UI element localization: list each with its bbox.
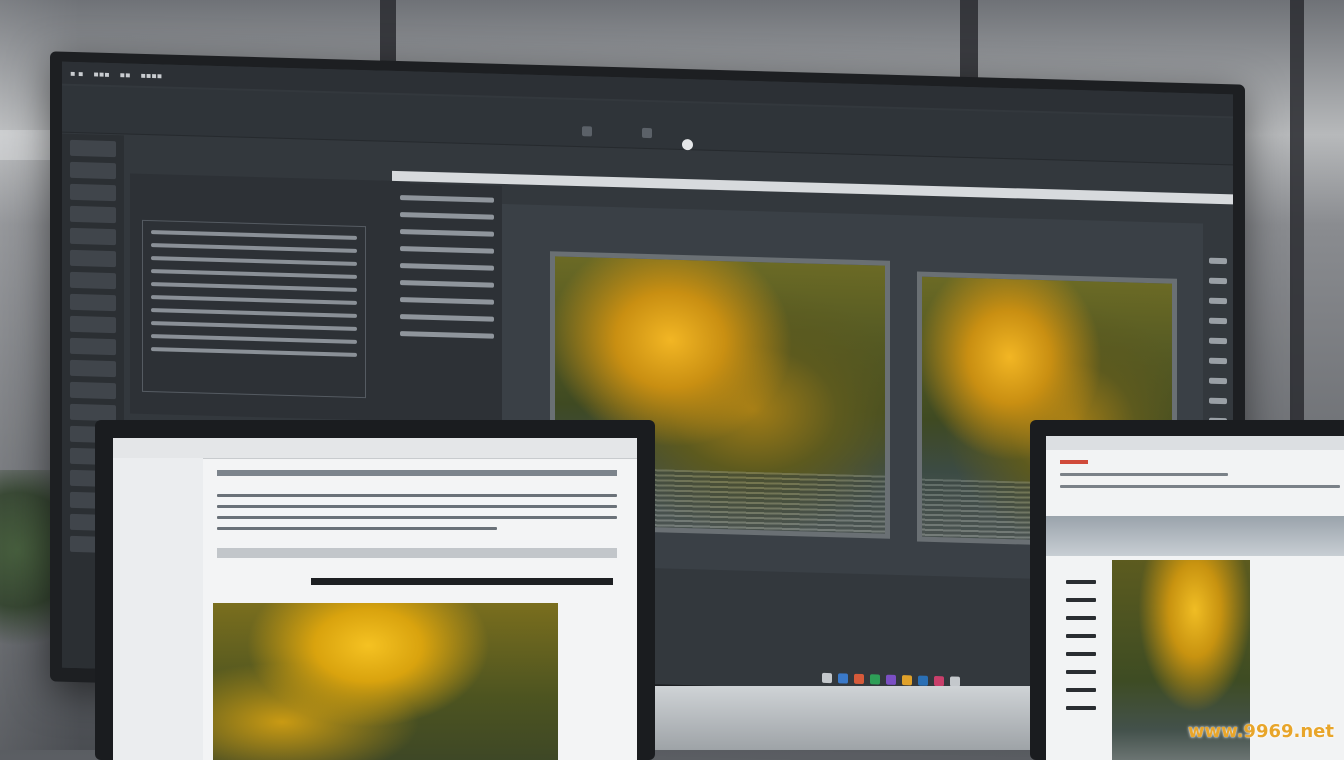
app-icon[interactable]: [902, 675, 912, 686]
list-item[interactable]: [1066, 706, 1096, 710]
laptop-photo: [213, 603, 558, 760]
text-line: [151, 321, 357, 331]
sidebar-item[interactable]: [70, 183, 116, 202]
sidebar-item[interactable]: [70, 271, 116, 290]
toolbar-item[interactable]: [1209, 317, 1227, 325]
list-item[interactable]: [400, 314, 494, 322]
text-line: [1060, 473, 1228, 476]
divider-strip: [217, 548, 617, 558]
sidebar-item[interactable]: [70, 249, 116, 268]
sidebar-item[interactable]: [70, 227, 116, 246]
sidebar-item[interactable]: [70, 403, 116, 422]
list-item[interactable]: [1066, 634, 1096, 638]
laptop-screen: [113, 438, 637, 760]
app-icon[interactable]: [934, 676, 944, 687]
list-item[interactable]: [1066, 616, 1096, 620]
text-line: [217, 494, 617, 497]
toolbar-item[interactable]: [1209, 357, 1227, 365]
sidebar-item[interactable]: [70, 205, 116, 224]
list-item[interactable]: [400, 297, 494, 305]
list-item[interactable]: [1066, 580, 1096, 584]
sidebar-item[interactable]: [70, 381, 116, 400]
monitor-stand: [640, 686, 1040, 750]
tablet-header: [1046, 436, 1344, 450]
layer-list: [392, 182, 502, 426]
text-line: [151, 334, 357, 344]
highlight-label: [1060, 460, 1088, 464]
toolbar-item[interactable]: [1209, 337, 1227, 345]
list-item[interactable]: [400, 331, 494, 339]
text-line: [217, 527, 497, 530]
text-line: [151, 269, 357, 279]
article-header: [217, 470, 617, 476]
sidebar-item[interactable]: [70, 161, 116, 180]
browser-toolbar: [113, 438, 637, 459]
sidebar-item[interactable]: [70, 315, 116, 334]
text-line: [151, 230, 357, 240]
laptop-sidebar: [113, 458, 203, 760]
list-item[interactable]: [1066, 688, 1096, 692]
search-bar[interactable]: [311, 578, 613, 585]
toolbar-item[interactable]: [1209, 397, 1227, 405]
tablet-list: [1066, 566, 1096, 724]
menu-item[interactable]: ▪▪▪▪: [141, 70, 163, 80]
article-text: [217, 486, 617, 538]
text-line: [151, 347, 357, 357]
text-line: [151, 256, 357, 266]
text-line: [151, 295, 357, 305]
tablet: [1030, 420, 1344, 760]
list-item[interactable]: [400, 195, 494, 203]
text-line: [151, 243, 357, 253]
list-item[interactable]: [400, 229, 494, 237]
watermark-text: www.9969.net: [1187, 721, 1334, 742]
background-shelf: [0, 130, 50, 160]
toolbar-item[interactable]: [1209, 377, 1227, 385]
app-icon[interactable]: [886, 674, 896, 685]
editor-tabbar: [392, 170, 1233, 205]
sidebar-item[interactable]: [70, 359, 116, 378]
tablet-banner: [1046, 516, 1344, 556]
app-icon[interactable]: [854, 673, 864, 685]
toolbar-item[interactable]: [1209, 297, 1227, 305]
sidebar-item[interactable]: [70, 293, 116, 312]
text-line: [217, 505, 617, 508]
tablet-text: [1060, 460, 1340, 497]
list-item[interactable]: [400, 212, 494, 220]
list-item[interactable]: [1066, 670, 1096, 674]
menu-item[interactable]: ▪▪: [120, 70, 131, 79]
background-post: [1290, 0, 1304, 420]
toolbar-item[interactable]: [1209, 277, 1227, 285]
list-item[interactable]: [1066, 598, 1096, 602]
text-line: [217, 516, 617, 519]
app-icon[interactable]: [822, 672, 832, 684]
menu-item[interactable]: ▪▪▪: [93, 69, 109, 78]
text-line: [1060, 485, 1340, 488]
tablet-screen: [1046, 436, 1344, 760]
list-item[interactable]: [1066, 652, 1096, 656]
app-icon[interactable]: [918, 675, 928, 686]
list-item[interactable]: [400, 280, 494, 288]
app-icon[interactable]: [870, 674, 880, 685]
background-post: [380, 0, 396, 70]
properties-panel: [130, 173, 410, 422]
toolbar-item[interactable]: [1209, 257, 1227, 265]
sidebar-item[interactable]: [70, 337, 116, 356]
list-item[interactable]: [400, 263, 494, 271]
text-block: [142, 219, 366, 399]
app-icon[interactable]: [838, 673, 848, 684]
toolbar-button[interactable]: [582, 126, 592, 137]
toolbar-button[interactable]: [642, 127, 652, 139]
sidebar-item[interactable]: [70, 139, 116, 158]
play-icon[interactable]: [682, 138, 693, 151]
text-line: [151, 282, 357, 292]
list-item[interactable]: [400, 246, 494, 254]
laptop: [95, 420, 655, 760]
menu-item[interactable]: ▪ ▪: [70, 68, 83, 77]
text-line: [151, 308, 357, 318]
